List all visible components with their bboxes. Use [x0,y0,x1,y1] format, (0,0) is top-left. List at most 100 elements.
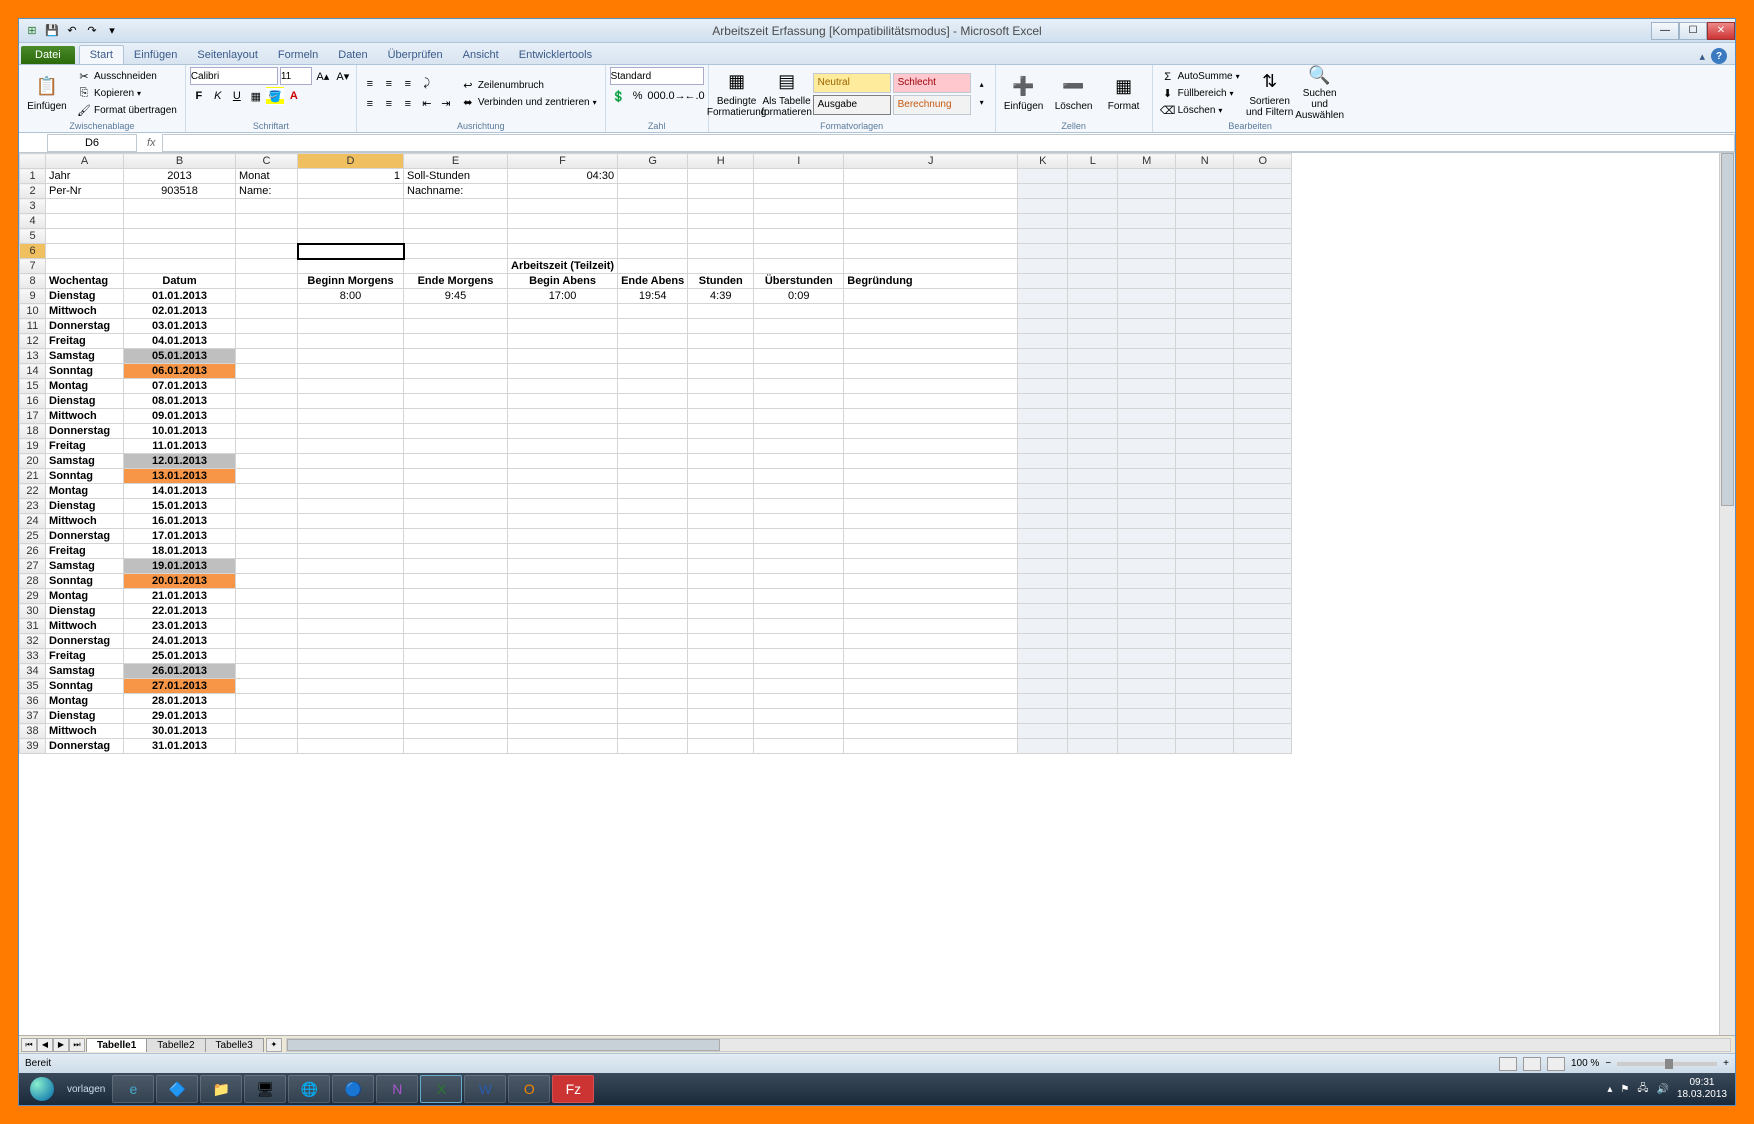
row-header[interactable]: 37 [20,709,46,724]
cell[interactable] [754,214,844,229]
cell[interactable] [618,724,688,739]
cell[interactable] [404,574,508,589]
cell[interactable]: 0:09 [754,289,844,304]
cell[interactable]: Begin Abens [508,274,618,289]
cell[interactable] [844,739,1018,754]
cell[interactable]: Sonntag [46,679,124,694]
cell[interactable] [298,349,404,364]
cell[interactable]: 17.01.2013 [124,529,236,544]
cell[interactable] [404,559,508,574]
cell[interactable]: 12.01.2013 [124,454,236,469]
cell[interactable] [1234,244,1292,259]
cell[interactable] [298,634,404,649]
cell[interactable] [1018,574,1068,589]
horizontal-scrollbar[interactable] [286,1038,1731,1052]
cell[interactable] [404,709,508,724]
row-header[interactable]: 27 [20,559,46,574]
cell[interactable]: Dienstag [46,499,124,514]
tab-daten[interactable]: Daten [328,46,377,64]
cell[interactable] [688,469,754,484]
cell[interactable] [1176,679,1234,694]
cell[interactable] [1068,694,1118,709]
task-ie-icon[interactable]: e [112,1075,154,1103]
sheet-nav-first-icon[interactable]: ⏮ [21,1038,37,1052]
cell[interactable] [236,664,298,679]
cell[interactable] [1234,274,1292,289]
redo-icon[interactable]: ↷ [83,22,101,40]
cell[interactable] [1118,244,1176,259]
cell[interactable] [236,334,298,349]
col-header-J[interactable]: J [844,154,1018,169]
cell[interactable] [1234,514,1292,529]
cell[interactable] [508,364,618,379]
cell[interactable] [618,634,688,649]
row-header[interactable]: 30 [20,604,46,619]
cell[interactable] [754,304,844,319]
cell[interactable] [688,319,754,334]
cell[interactable] [688,529,754,544]
cell[interactable] [236,304,298,319]
cell[interactable] [236,424,298,439]
cell[interactable] [688,424,754,439]
new-sheet-icon[interactable]: ✦ [266,1038,282,1052]
cell[interactable] [1068,214,1118,229]
cell[interactable] [236,274,298,289]
cell[interactable] [844,334,1018,349]
cell[interactable] [1068,454,1118,469]
cell[interactable] [688,724,754,739]
cell[interactable] [1234,364,1292,379]
cell[interactable] [1234,259,1292,274]
cell[interactable]: Nachname: [404,184,508,199]
cell[interactable] [298,484,404,499]
cell[interactable]: Mittwoch [46,409,124,424]
cell[interactable] [1068,649,1118,664]
cell[interactable]: Freitag [46,649,124,664]
row-header[interactable]: 25 [20,529,46,544]
cell[interactable] [618,589,688,604]
cell[interactable] [1234,439,1292,454]
paste-button[interactable]: 📋 Einfügen [23,68,71,120]
cell[interactable] [1118,634,1176,649]
cell[interactable] [618,604,688,619]
cell[interactable] [1068,364,1118,379]
task-outlook-icon[interactable]: O [508,1075,550,1103]
cell[interactable] [298,319,404,334]
cell[interactable] [1234,604,1292,619]
cell[interactable] [508,619,618,634]
cell[interactable] [1176,184,1234,199]
cell[interactable] [688,259,754,274]
cut-button[interactable]: ✂Ausschneiden [73,69,181,85]
row-header[interactable]: 8 [20,274,46,289]
cell[interactable] [236,244,298,259]
cell[interactable] [1068,334,1118,349]
tab-einfügen[interactable]: Einfügen [124,46,187,64]
align-right-icon[interactable]: ≡ [399,95,417,113]
cell[interactable]: 26.01.2013 [124,664,236,679]
tray-network-icon[interactable]: 🖧 [1637,1081,1648,1098]
clear-button[interactable]: ⌫Löschen ▾ [1157,103,1244,119]
cell[interactable] [1068,319,1118,334]
col-header-D[interactable]: D [298,154,404,169]
cell[interactable] [1234,484,1292,499]
cell[interactable]: 31.01.2013 [124,739,236,754]
cell[interactable] [1234,319,1292,334]
col-header-B[interactable]: B [124,154,236,169]
style-calc[interactable]: Berechnung [893,95,971,115]
cell[interactable] [618,229,688,244]
cell[interactable] [618,214,688,229]
cell[interactable] [298,544,404,559]
cell[interactable] [1234,379,1292,394]
cell[interactable] [236,529,298,544]
cell[interactable] [1118,409,1176,424]
cell[interactable] [1018,169,1068,184]
cell[interactable] [1068,424,1118,439]
cell[interactable] [298,409,404,424]
view-layout-icon[interactable] [1523,1057,1541,1071]
cell[interactable] [754,574,844,589]
cell[interactable] [1068,529,1118,544]
cell[interactable] [1118,394,1176,409]
cell[interactable] [1068,439,1118,454]
find-select-button[interactable]: 🔍Suchen und Auswählen [1296,68,1344,120]
cell[interactable] [1068,484,1118,499]
cell[interactable] [618,574,688,589]
